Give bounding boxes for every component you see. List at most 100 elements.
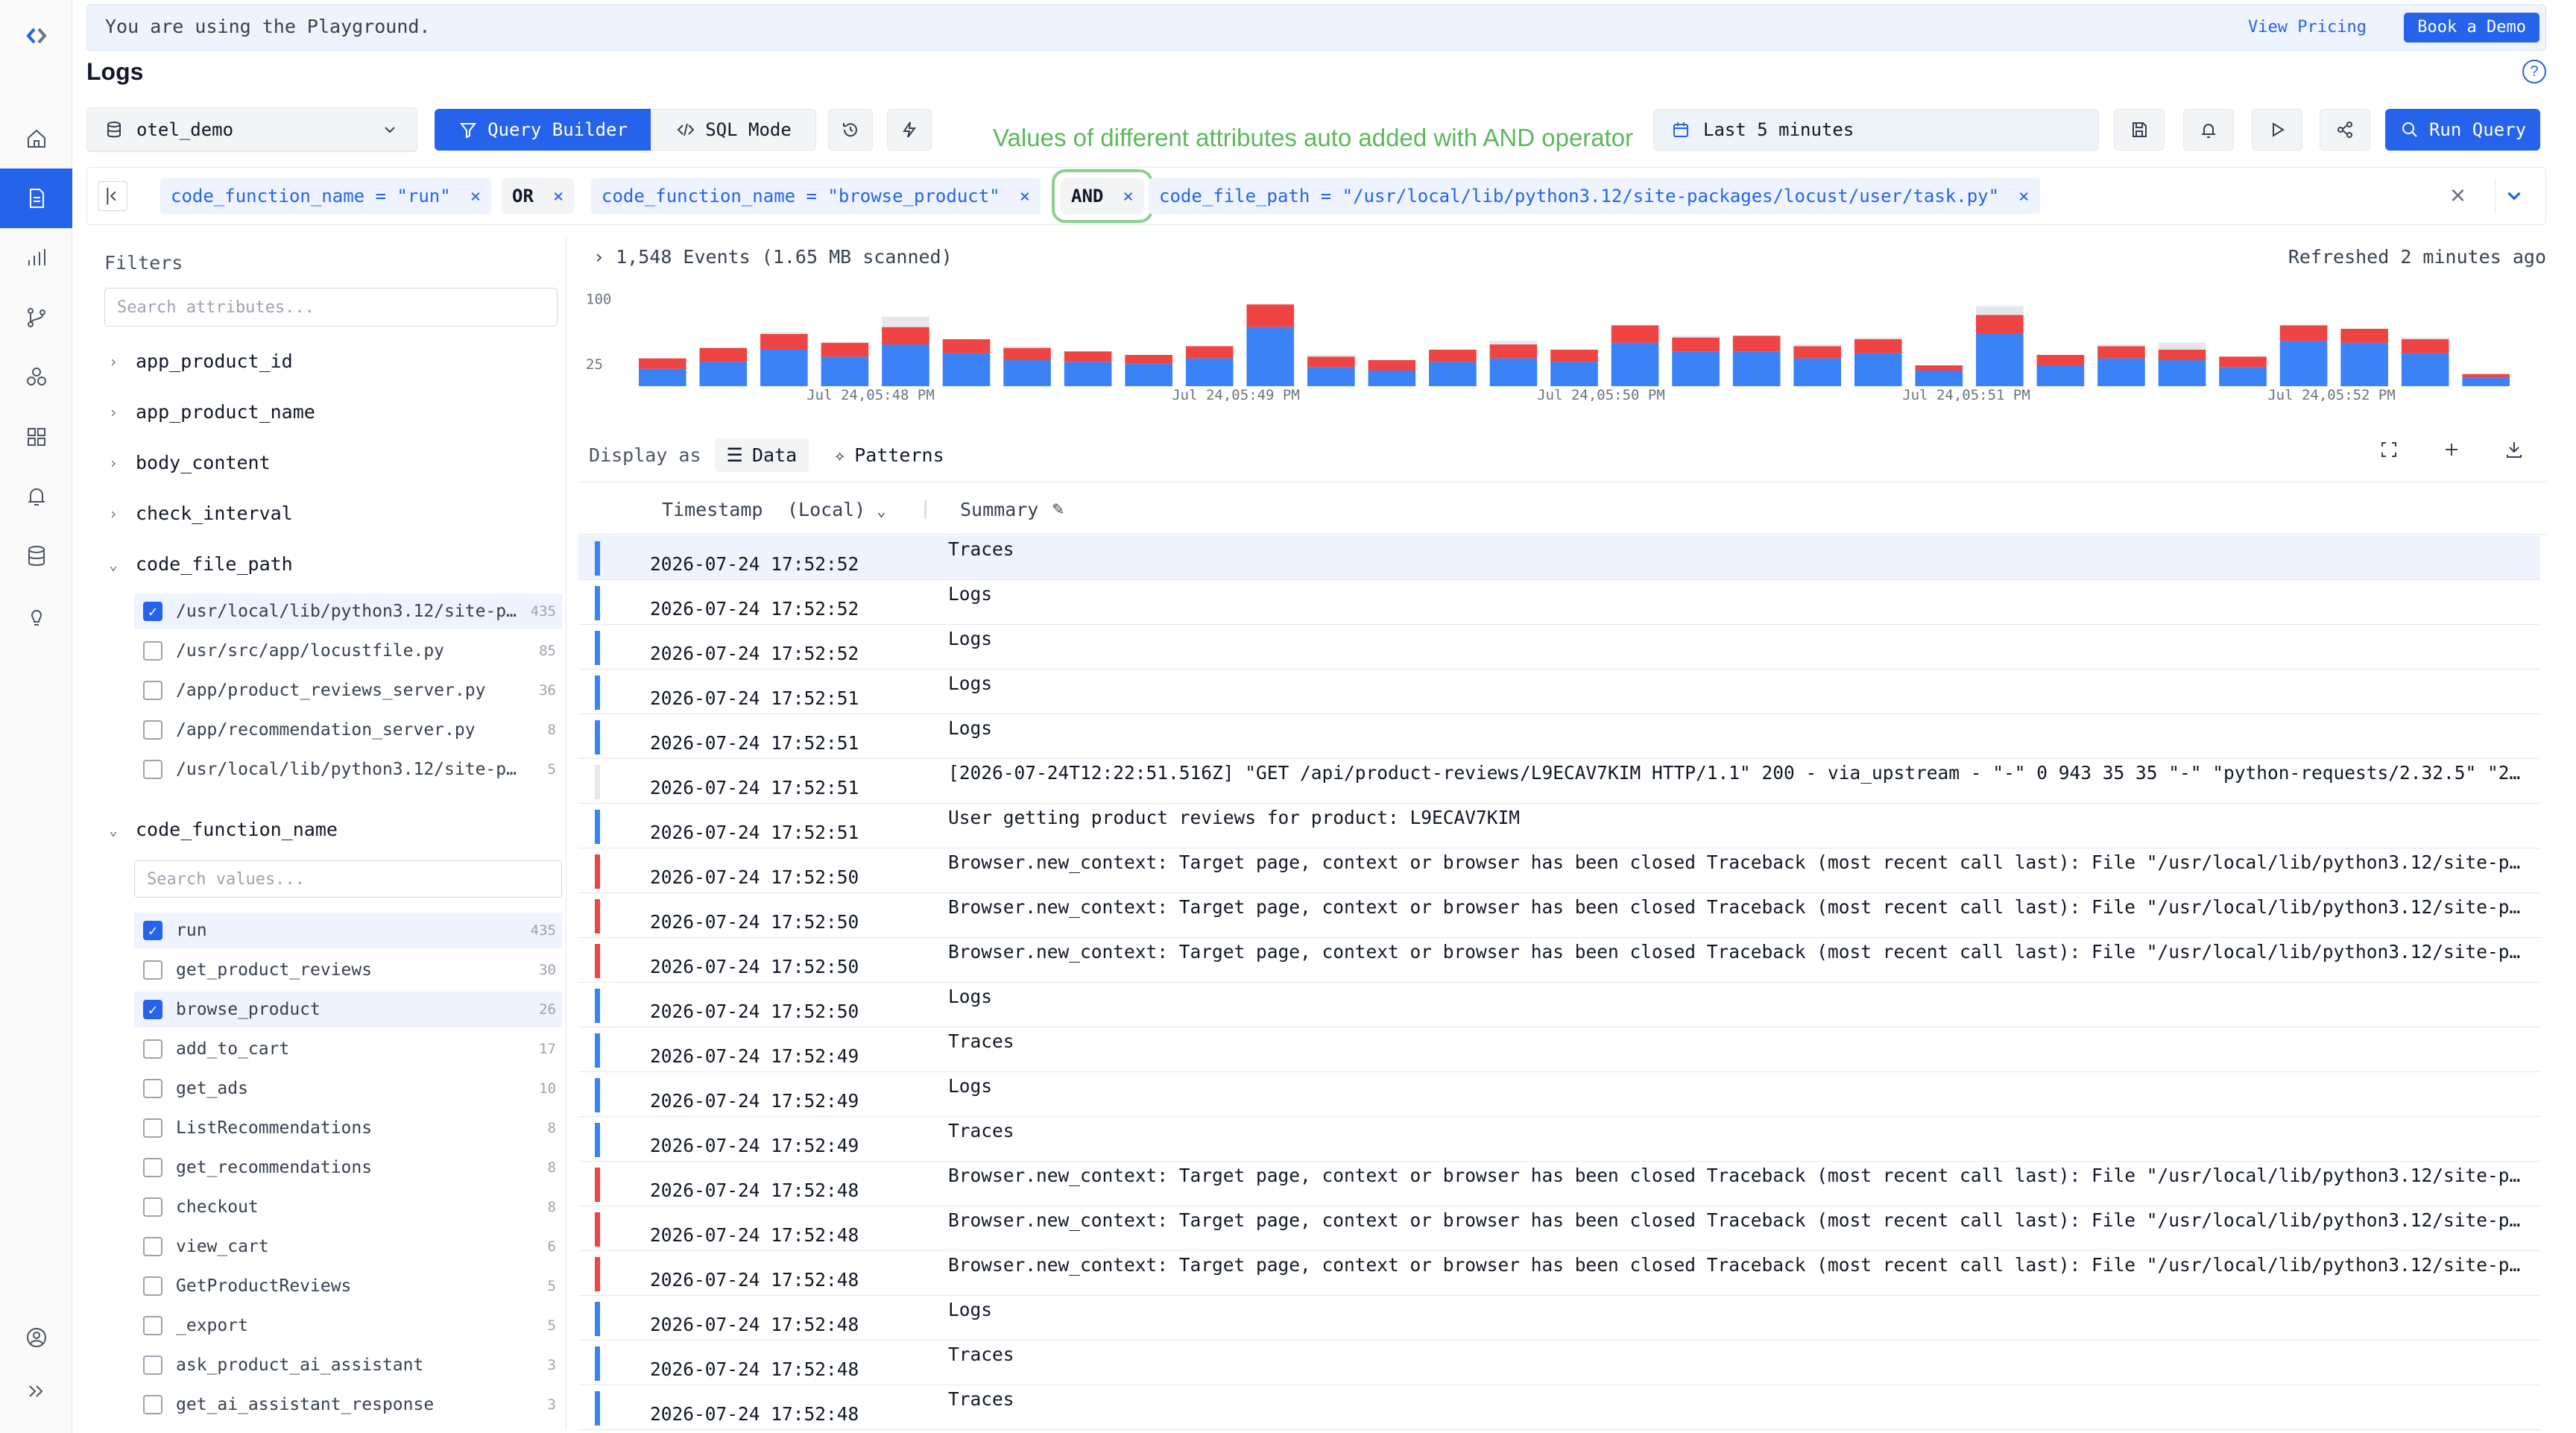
alerts-icon[interactable] <box>0 467 72 526</box>
histogram-bar[interactable] <box>1611 325 1659 343</box>
histogram-bar[interactable] <box>2462 377 2510 386</box>
home-icon[interactable] <box>0 109 72 169</box>
filter-value-row[interactable]: /app/product_reviews_server.py 36 <box>134 673 562 708</box>
quick-action-button[interactable] <box>887 109 932 151</box>
histogram-bar[interactable] <box>1611 342 1659 386</box>
histogram-bar[interactable] <box>760 350 808 386</box>
expand-nav-icon[interactable] <box>0 1361 72 1421</box>
checkbox[interactable] <box>143 1079 162 1098</box>
save-query-button[interactable] <box>2114 109 2165 151</box>
remove-operator-icon[interactable]: × <box>1123 186 1133 207</box>
events-summary[interactable]: › 1,548 Events (1.65 MB scanned) <box>593 246 953 268</box>
datasets-icon[interactable] <box>0 526 72 586</box>
filter-value-row[interactable]: ✓ /usr/local/lib/python3.12/site-pa… 435 <box>134 593 562 629</box>
histogram-bar[interactable] <box>1976 315 2024 334</box>
help-icon[interactable]: ? <box>2522 60 2546 84</box>
table-row[interactable]: 2026-07-24 17:52:51 Logs <box>578 714 2540 759</box>
histogram-bar[interactable] <box>1429 350 1477 362</box>
filter-chip[interactable]: code_function_name = "run" × <box>160 178 492 214</box>
checkbox[interactable] <box>143 641 162 661</box>
table-row[interactable]: 2026-07-24 17:52:48 Browser.new_context: … <box>578 1206 2540 1251</box>
histogram-bar[interactable] <box>1854 339 1902 353</box>
history-button[interactable] <box>828 109 873 151</box>
query-builder-tab[interactable]: Query Builder <box>435 109 651 151</box>
histogram-bar[interactable] <box>1185 346 1234 359</box>
filter-value-row[interactable]: get_recommendations 8 <box>134 1150 562 1185</box>
edit-summary-icon[interactable]: ✎ <box>1052 497 1064 519</box>
timezone-select[interactable]: (Local) ⌄ <box>787 499 886 520</box>
histogram-bar[interactable] <box>2279 325 2328 341</box>
table-row[interactable]: 2026-07-24 17:52:50 Browser.new_context: … <box>578 893 2540 938</box>
attr-body-content[interactable]: › body_content <box>109 452 271 473</box>
search-values-input[interactable]: Search values... <box>134 860 562 898</box>
histogram-bar[interactable] <box>2401 339 2449 353</box>
histogram-bar[interactable] <box>2462 374 2510 378</box>
histogram-bar[interactable] <box>2158 342 2206 350</box>
filter-value-row[interactable]: get_ads 10 <box>134 1071 562 1106</box>
table-row[interactable]: 2026-07-24 17:52:51 User getting product … <box>578 804 2540 848</box>
histogram-bar[interactable] <box>1429 362 1477 386</box>
histogram-bar[interactable] <box>638 368 686 386</box>
table-row[interactable]: 2026-07-24 17:52:48 Traces <box>578 1341 2540 1385</box>
histogram-bar[interactable] <box>1125 355 1172 364</box>
collapse-sidebar-icon[interactable] <box>98 181 127 211</box>
histogram-bar[interactable] <box>2340 342 2388 386</box>
histogram-bar[interactable] <box>2279 341 2328 386</box>
attr-code-file-path[interactable]: ⌄ code_file_path <box>109 553 293 575</box>
services-icon[interactable] <box>0 347 72 407</box>
histogram-bar[interactable] <box>1307 367 1355 386</box>
remove-operator-icon[interactable]: × <box>553 186 564 207</box>
filter-value-row[interactable]: add_to_cart 17 <box>134 1031 562 1067</box>
filter-value-row[interactable]: /usr/src/app/locustfile.py 85 <box>134 633 562 669</box>
alert-button[interactable] <box>2183 109 2234 151</box>
histogram-bar[interactable] <box>1064 362 1112 386</box>
attr-check-interval[interactable]: › check_interval <box>109 503 293 524</box>
histogram-bar[interactable] <box>1003 360 1051 386</box>
filter-value-row[interactable]: ask_product_ai_assistant 3 <box>134 1347 562 1383</box>
histogram-bar[interactable] <box>1732 351 1781 386</box>
checkbox[interactable] <box>143 1237 162 1256</box>
search-attributes-input[interactable]: Search attributes... <box>104 288 558 327</box>
table-row[interactable]: 2026-07-24 17:52:52 Logs <box>578 625 2540 670</box>
histogram-bar[interactable] <box>1793 344 1841 347</box>
histogram-bar[interactable] <box>882 316 929 327</box>
histogram-bar[interactable] <box>2340 329 2388 343</box>
live-tail-button[interactable] <box>2252 109 2302 151</box>
histogram-bar[interactable] <box>1672 337 1720 352</box>
user-icon[interactable] <box>0 1308 72 1367</box>
table-row[interactable]: 2026-07-24 17:52:48 Browser.new_context: … <box>578 1162 2540 1206</box>
view-pricing-link[interactable]: View Pricing <box>2248 18 2367 37</box>
lightbulb-icon[interactable] <box>0 586 72 646</box>
histogram-bar[interactable] <box>1793 346 1841 359</box>
histogram-bar[interactable] <box>2219 367 2267 386</box>
histogram-bar[interactable] <box>638 358 686 369</box>
table-row[interactable]: 2026-07-24 17:52:49 Traces <box>578 1117 2540 1162</box>
filter-value-row[interactable]: ✓ run 435 <box>134 913 562 948</box>
histogram-bar[interactable] <box>1064 351 1112 362</box>
histogram-bar[interactable] <box>1307 355 1355 357</box>
filter-value-row[interactable]: GetProductReviews 5 <box>134 1268 562 1304</box>
histogram-bar[interactable] <box>821 356 869 386</box>
summary-header[interactable]: Summary <box>960 499 1038 520</box>
dataset-select[interactable]: otel_demo <box>86 107 417 152</box>
filter-value-row[interactable]: get_product_reviews 30 <box>134 952 562 988</box>
checkbox[interactable] <box>143 1197 162 1217</box>
table-row[interactable]: 2026-07-24 17:52:51 Logs <box>578 670 2540 714</box>
histogram-bar[interactable] <box>2219 356 2267 368</box>
logs-icon[interactable] <box>0 169 72 228</box>
filter-value-row[interactable]: ListRecommendations 8 <box>134 1110 562 1146</box>
table-row[interactable]: 2026-07-24 17:52:49 Traces <box>578 1027 2540 1072</box>
histogram-bar[interactable] <box>1976 334 2024 386</box>
table-row[interactable]: 2026-07-24 17:52:48 Browser.new_context: … <box>578 1251 2540 1296</box>
table-row[interactable]: 2026-07-24 17:52:50 Logs <box>578 983 2540 1027</box>
histogram-bar[interactable] <box>1185 358 1234 386</box>
histogram-bar[interactable] <box>1003 347 1051 360</box>
histogram-bar[interactable] <box>1976 306 2024 315</box>
filter-value-row[interactable]: ✓ browse_product 26 <box>134 992 562 1027</box>
histogram-bar[interactable] <box>2401 353 2449 386</box>
remove-filter-icon[interactable]: × <box>470 186 481 207</box>
checkbox[interactable] <box>143 720 162 740</box>
histogram-bar[interactable] <box>1915 365 1963 371</box>
histogram-bar[interactable] <box>882 344 929 386</box>
histogram-bar[interactable] <box>2158 360 2206 386</box>
